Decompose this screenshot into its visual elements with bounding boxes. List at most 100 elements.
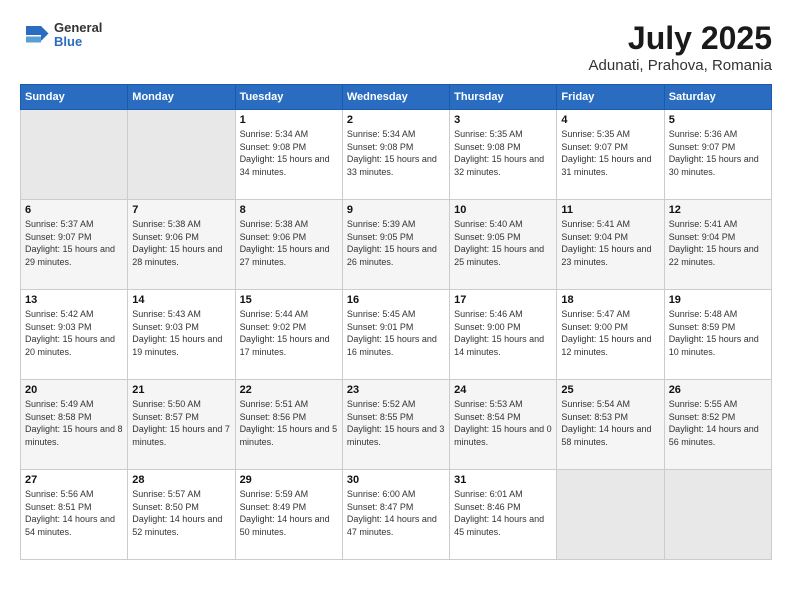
calendar-cell: 14 Sunrise: 5:43 AM Sunset: 9:03 PM Dayl… [128, 290, 235, 380]
calendar-table: SundayMondayTuesdayWednesdayThursdayFrid… [20, 84, 772, 560]
day-info: Sunrise: 5:35 AM Sunset: 9:08 PM Dayligh… [454, 128, 552, 178]
calendar-cell: 24 Sunrise: 5:53 AM Sunset: 8:54 PM Dayl… [450, 380, 557, 470]
calendar-cell: 9 Sunrise: 5:39 AM Sunset: 9:05 PM Dayli… [342, 200, 449, 290]
day-number: 24 [454, 384, 552, 396]
day-info: Sunrise: 5:59 AM Sunset: 8:49 PM Dayligh… [240, 488, 338, 538]
day-number: 15 [240, 294, 338, 306]
calendar-cell: 11 Sunrise: 5:41 AM Sunset: 9:04 PM Dayl… [557, 200, 664, 290]
calendar-cell: 5 Sunrise: 5:36 AM Sunset: 9:07 PM Dayli… [664, 110, 771, 200]
day-info: Sunrise: 5:56 AM Sunset: 8:51 PM Dayligh… [25, 488, 123, 538]
day-number: 22 [240, 384, 338, 396]
calendar-cell [664, 470, 771, 560]
day-info: Sunrise: 5:42 AM Sunset: 9:03 PM Dayligh… [25, 308, 123, 358]
day-number: 6 [25, 204, 123, 216]
day-info: Sunrise: 5:48 AM Sunset: 8:59 PM Dayligh… [669, 308, 767, 358]
calendar-subtitle: Adunati, Prahova, Romania [589, 57, 772, 74]
calendar-cell: 4 Sunrise: 5:35 AM Sunset: 9:07 PM Dayli… [557, 110, 664, 200]
logo-icon [20, 20, 50, 50]
day-info: Sunrise: 5:49 AM Sunset: 8:58 PM Dayligh… [25, 398, 123, 448]
day-info: Sunrise: 5:38 AM Sunset: 9:06 PM Dayligh… [240, 218, 338, 268]
day-info: Sunrise: 5:54 AM Sunset: 8:53 PM Dayligh… [561, 398, 659, 448]
calendar-cell: 26 Sunrise: 5:55 AM Sunset: 8:52 PM Dayl… [664, 380, 771, 470]
day-info: Sunrise: 5:51 AM Sunset: 8:56 PM Dayligh… [240, 398, 338, 448]
calendar-cell: 13 Sunrise: 5:42 AM Sunset: 9:03 PM Dayl… [21, 290, 128, 380]
calendar-cell: 17 Sunrise: 5:46 AM Sunset: 9:00 PM Dayl… [450, 290, 557, 380]
day-info: Sunrise: 5:53 AM Sunset: 8:54 PM Dayligh… [454, 398, 552, 448]
day-info: Sunrise: 5:34 AM Sunset: 9:08 PM Dayligh… [347, 128, 445, 178]
calendar-cell: 23 Sunrise: 5:52 AM Sunset: 8:55 PM Dayl… [342, 380, 449, 470]
day-info: Sunrise: 5:35 AM Sunset: 9:07 PM Dayligh… [561, 128, 659, 178]
day-info: Sunrise: 6:01 AM Sunset: 8:46 PM Dayligh… [454, 488, 552, 538]
day-info: Sunrise: 5:34 AM Sunset: 9:08 PM Dayligh… [240, 128, 338, 178]
page-header: General Blue July 2025 Adunati, Prahova,… [20, 20, 772, 74]
day-info: Sunrise: 5:39 AM Sunset: 9:05 PM Dayligh… [347, 218, 445, 268]
calendar-cell: 29 Sunrise: 5:59 AM Sunset: 8:49 PM Dayl… [235, 470, 342, 560]
day-info: Sunrise: 5:57 AM Sunset: 8:50 PM Dayligh… [132, 488, 230, 538]
calendar-cell [21, 110, 128, 200]
day-info: Sunrise: 5:38 AM Sunset: 9:06 PM Dayligh… [132, 218, 230, 268]
calendar-cell: 6 Sunrise: 5:37 AM Sunset: 9:07 PM Dayli… [21, 200, 128, 290]
calendar-cell: 30 Sunrise: 6:00 AM Sunset: 8:47 PM Dayl… [342, 470, 449, 560]
weekday-header: Wednesday [342, 85, 449, 110]
calendar-cell: 28 Sunrise: 5:57 AM Sunset: 8:50 PM Dayl… [128, 470, 235, 560]
calendar-cell: 8 Sunrise: 5:38 AM Sunset: 9:06 PM Dayli… [235, 200, 342, 290]
logo-line1: General [54, 21, 102, 35]
calendar-cell: 7 Sunrise: 5:38 AM Sunset: 9:06 PM Dayli… [128, 200, 235, 290]
calendar-header: SundayMondayTuesdayWednesdayThursdayFrid… [21, 85, 772, 110]
day-number: 17 [454, 294, 552, 306]
day-info: Sunrise: 5:55 AM Sunset: 8:52 PM Dayligh… [669, 398, 767, 448]
calendar-cell: 16 Sunrise: 5:45 AM Sunset: 9:01 PM Dayl… [342, 290, 449, 380]
day-info: Sunrise: 5:46 AM Sunset: 9:00 PM Dayligh… [454, 308, 552, 358]
calendar-cell: 20 Sunrise: 5:49 AM Sunset: 8:58 PM Dayl… [21, 380, 128, 470]
calendar-cell: 15 Sunrise: 5:44 AM Sunset: 9:02 PM Dayl… [235, 290, 342, 380]
weekday-header: Thursday [450, 85, 557, 110]
day-number: 31 [454, 474, 552, 486]
day-number: 29 [240, 474, 338, 486]
day-number: 23 [347, 384, 445, 396]
day-number: 18 [561, 294, 659, 306]
day-number: 2 [347, 114, 445, 126]
day-info: Sunrise: 6:00 AM Sunset: 8:47 PM Dayligh… [347, 488, 445, 538]
calendar-cell: 3 Sunrise: 5:35 AM Sunset: 9:08 PM Dayli… [450, 110, 557, 200]
day-info: Sunrise: 5:36 AM Sunset: 9:07 PM Dayligh… [669, 128, 767, 178]
day-info: Sunrise: 5:43 AM Sunset: 9:03 PM Dayligh… [132, 308, 230, 358]
day-info: Sunrise: 5:45 AM Sunset: 9:01 PM Dayligh… [347, 308, 445, 358]
logo-text: General Blue [54, 21, 102, 50]
day-number: 27 [25, 474, 123, 486]
day-number: 20 [25, 384, 123, 396]
day-number: 12 [669, 204, 767, 216]
calendar-cell: 2 Sunrise: 5:34 AM Sunset: 9:08 PM Dayli… [342, 110, 449, 200]
weekday-header: Tuesday [235, 85, 342, 110]
day-number: 21 [132, 384, 230, 396]
day-number: 16 [347, 294, 445, 306]
weekday-header: Friday [557, 85, 664, 110]
calendar-cell: 22 Sunrise: 5:51 AM Sunset: 8:56 PM Dayl… [235, 380, 342, 470]
day-number: 25 [561, 384, 659, 396]
calendar-cell: 25 Sunrise: 5:54 AM Sunset: 8:53 PM Dayl… [557, 380, 664, 470]
calendar-cell: 10 Sunrise: 5:40 AM Sunset: 9:05 PM Dayl… [450, 200, 557, 290]
title-block: July 2025 Adunati, Prahova, Romania [589, 20, 772, 74]
calendar-body: 1 Sunrise: 5:34 AM Sunset: 9:08 PM Dayli… [21, 110, 772, 560]
calendar-cell [557, 470, 664, 560]
day-number: 26 [669, 384, 767, 396]
calendar-cell: 31 Sunrise: 6:01 AM Sunset: 8:46 PM Dayl… [450, 470, 557, 560]
day-number: 13 [25, 294, 123, 306]
day-info: Sunrise: 5:37 AM Sunset: 9:07 PM Dayligh… [25, 218, 123, 268]
calendar-cell: 1 Sunrise: 5:34 AM Sunset: 9:08 PM Dayli… [235, 110, 342, 200]
day-info: Sunrise: 5:50 AM Sunset: 8:57 PM Dayligh… [132, 398, 230, 448]
weekday-header: Sunday [21, 85, 128, 110]
day-number: 5 [669, 114, 767, 126]
calendar-title: July 2025 [589, 20, 772, 57]
day-info: Sunrise: 5:40 AM Sunset: 9:05 PM Dayligh… [454, 218, 552, 268]
calendar-cell: 18 Sunrise: 5:47 AM Sunset: 9:00 PM Dayl… [557, 290, 664, 380]
day-info: Sunrise: 5:52 AM Sunset: 8:55 PM Dayligh… [347, 398, 445, 448]
day-number: 7 [132, 204, 230, 216]
calendar-cell: 19 Sunrise: 5:48 AM Sunset: 8:59 PM Dayl… [664, 290, 771, 380]
day-number: 3 [454, 114, 552, 126]
day-info: Sunrise: 5:47 AM Sunset: 9:00 PM Dayligh… [561, 308, 659, 358]
day-number: 30 [347, 474, 445, 486]
calendar-cell: 12 Sunrise: 5:41 AM Sunset: 9:04 PM Dayl… [664, 200, 771, 290]
logo: General Blue [20, 20, 102, 50]
day-number: 19 [669, 294, 767, 306]
day-number: 14 [132, 294, 230, 306]
